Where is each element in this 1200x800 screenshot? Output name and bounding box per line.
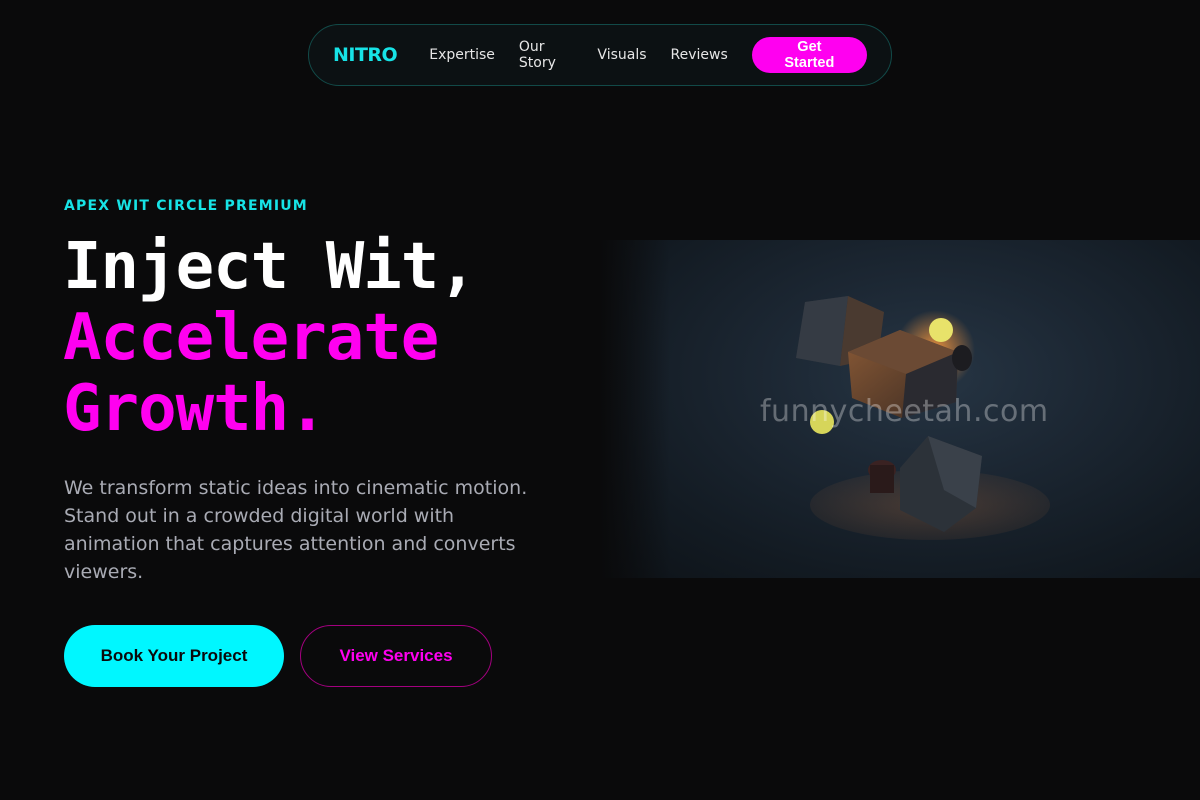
nav-link-reviews[interactable]: Reviews xyxy=(671,47,728,63)
headline-line-1: Inject Wit, xyxy=(63,230,477,304)
nav-links: Expertise Our Story Visuals Reviews xyxy=(429,39,752,71)
hero-image: funnycheetah.com xyxy=(600,240,1200,578)
headline-line-2: Accelerate xyxy=(63,301,439,375)
hero-headline: Inject Wit, Accelerate Growth. xyxy=(63,230,477,446)
hero-eyebrow: APEX WIT CIRCLE PREMIUM xyxy=(64,198,308,214)
hero-description: We transform static ideas into cinematic… xyxy=(64,477,528,583)
sphere-top xyxy=(929,318,953,342)
headline-line-3: Growth. xyxy=(63,372,327,446)
cylinder-small xyxy=(868,460,896,493)
nav-link-our-story[interactable]: Our Story xyxy=(519,39,574,71)
get-started-button[interactable]: Get Started xyxy=(751,37,867,73)
view-services-button[interactable]: View Services xyxy=(300,625,492,687)
cube-lower xyxy=(900,436,982,532)
brand-logo[interactable]: NITRO xyxy=(333,44,398,66)
top-nav: NITRO Expertise Our Story Visuals Review… xyxy=(308,24,892,86)
image-watermark: funnycheetah.com xyxy=(760,394,1049,429)
page: NITRO Expertise Our Story Visuals Review… xyxy=(0,0,1200,800)
book-project-button[interactable]: Book Your Project xyxy=(64,625,284,687)
nav-link-expertise[interactable]: Expertise xyxy=(429,47,495,63)
nav-link-visuals[interactable]: Visuals xyxy=(597,47,646,63)
